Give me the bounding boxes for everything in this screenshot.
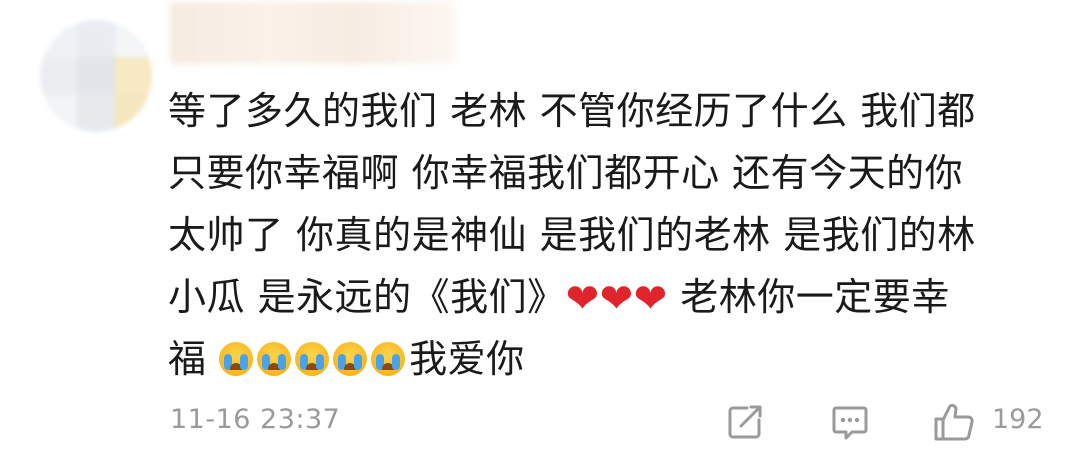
comment-line-4-suffix: 老林你一定要幸 — [680, 275, 950, 319]
share-button[interactable] — [725, 402, 765, 442]
heart-emoji: ❤ — [633, 276, 668, 322]
timestamp: 11-16 23:37 — [170, 404, 341, 435]
comment-line-2: 只要你幸福啊 你幸福我们都开心 还有今天的你 — [168, 151, 964, 195]
crying-emoji — [219, 342, 254, 376]
crying-emoji — [295, 342, 330, 376]
comment-button[interactable] — [830, 402, 870, 442]
comment-line-4-prefix: 小瓜 是永远的《我们》 — [168, 275, 566, 319]
comment-line-4: 小瓜 是永远的《我们》❤❤❤ 老林你一定要幸 — [168, 266, 1048, 328]
crying-emoji — [371, 342, 406, 376]
crying-emoji — [257, 342, 292, 376]
comment-text: 等了多久的我们 老林 不管你经历了什么 我们都 只要你幸福啊 你幸福我们都开心 … — [168, 80, 1048, 390]
comment-footer: 11-16 23:37 192 — [170, 402, 1050, 442]
heart-emoji: ❤ — [599, 276, 634, 322]
like-count: 192 — [992, 404, 1044, 435]
avatar[interactable] — [40, 20, 152, 132]
comment-icon — [832, 406, 868, 440]
comment-line-5-suffix: 我爱你 — [409, 337, 525, 381]
comment-line-3: 太帅了 你真的是神仙 是我们的老林 是我们的林 — [168, 213, 976, 257]
heart-emoji: ❤ — [565, 276, 600, 322]
crying-emoji — [333, 342, 368, 376]
username-blurred[interactable] — [170, 2, 455, 64]
share-icon — [728, 405, 762, 439]
comment-line-1: 等了多久的我们 老林 不管你经历了什么 我们都 — [168, 89, 976, 133]
like-icon — [934, 403, 974, 441]
comment-line-5: 福 我爱你 — [168, 328, 1048, 390]
like-button[interactable] — [932, 402, 976, 442]
comment-line-5-prefix: 福 — [168, 337, 220, 381]
